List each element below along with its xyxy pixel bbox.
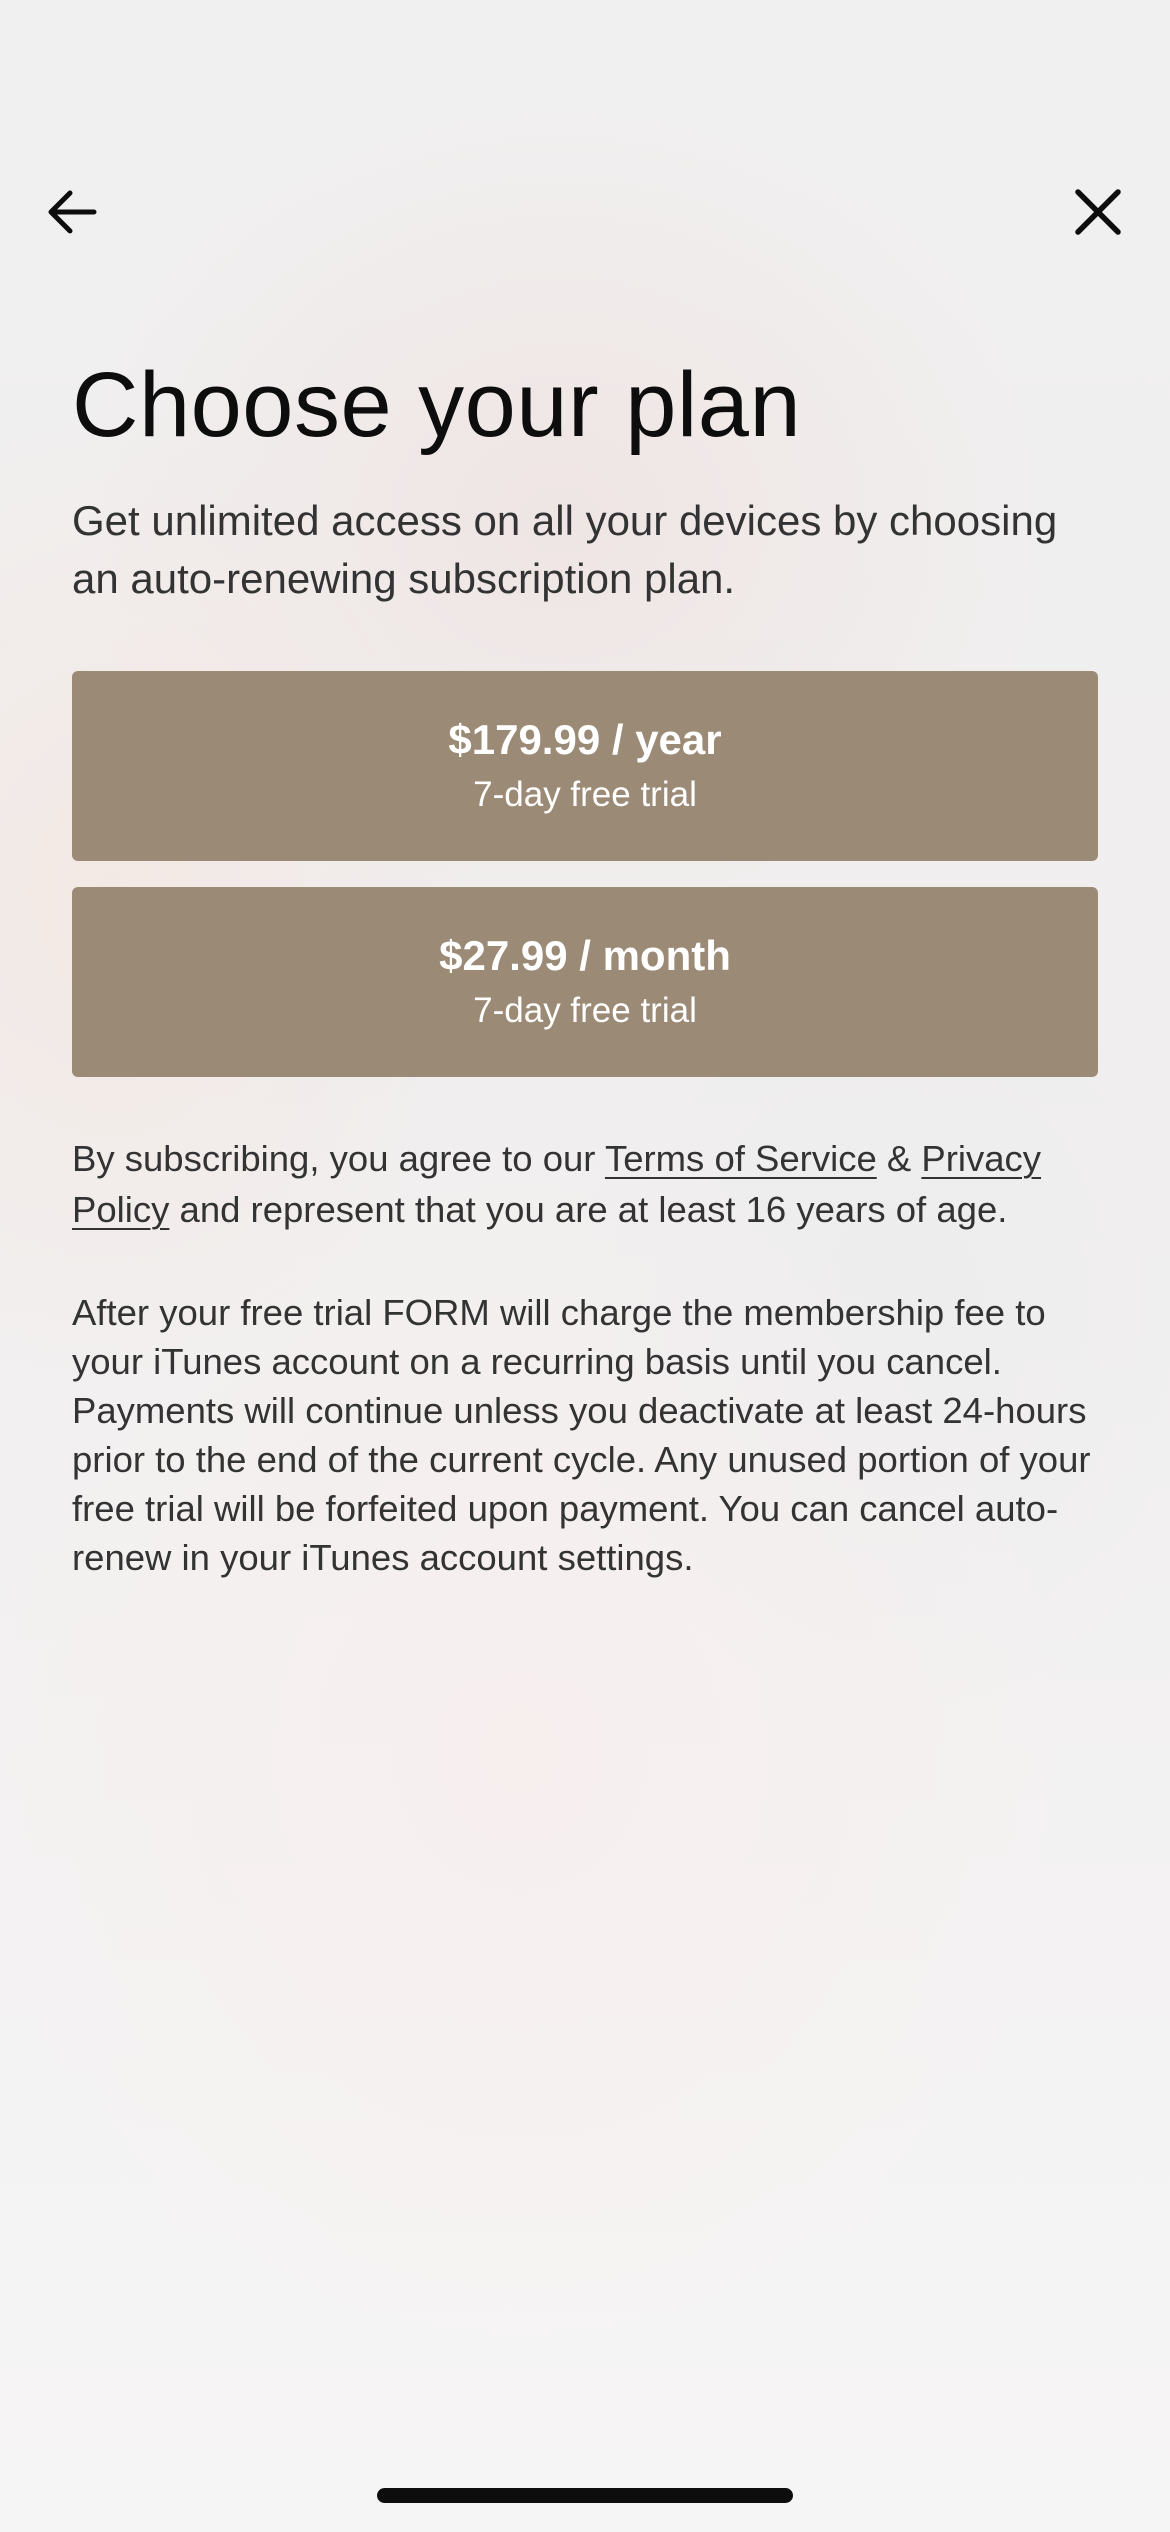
plan-price: $179.99 / year	[448, 716, 722, 763]
legal-ampersand: &	[876, 1138, 922, 1179]
plan-yearly-button[interactable]: $179.99 / year 7-day free trial	[72, 671, 1098, 861]
legal-prefix: By subscribing, you agree to our	[72, 1138, 605, 1179]
plan-monthly-button[interactable]: $27.99 / month 7-day free trial	[72, 887, 1098, 1077]
close-icon	[1075, 189, 1121, 235]
back-button[interactable]	[32, 172, 112, 252]
terms-of-service-link[interactable]: Terms of Service	[605, 1138, 877, 1179]
plan-trial-label: 7-day free trial	[473, 991, 697, 1030]
legal-agreement: By subscribing, you agree to our Terms o…	[72, 1133, 1102, 1235]
plan-trial-label: 7-day free trial	[473, 775, 697, 814]
renewal-notice: After your free trial FORM will charge t…	[72, 1292, 1091, 1578]
close-button[interactable]	[1058, 172, 1138, 252]
legal-suffix: and represent that you are at least 16 y…	[169, 1189, 1008, 1230]
home-indicator[interactable]	[377, 2488, 793, 2503]
arrow-left-icon	[48, 190, 97, 234]
plan-price: $27.99 / month	[439, 932, 731, 979]
page-subtitle: Get unlimited access on all your devices…	[72, 497, 1058, 602]
page-title: Choose your plan	[72, 354, 802, 456]
